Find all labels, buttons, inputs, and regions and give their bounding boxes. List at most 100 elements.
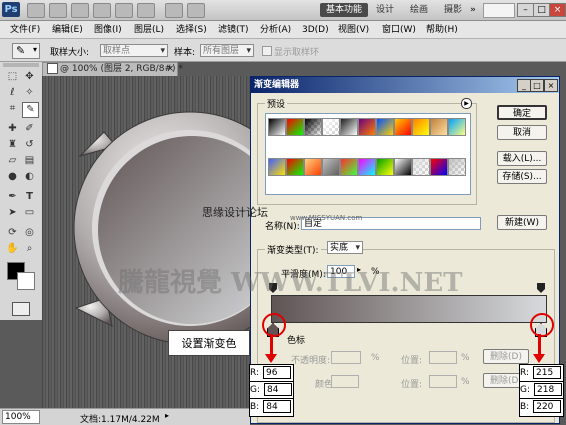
arrange-documents-icon[interactable]: [165, 3, 183, 18]
preset-swatch[interactable]: [304, 118, 322, 136]
close-document-icon[interactable]: ×: [166, 63, 174, 76]
menu-layer[interactable]: 图层(L): [134, 24, 164, 36]
preset-swatch[interactable]: [268, 118, 286, 136]
zoom-field[interactable]: 100%: [2, 410, 40, 424]
zoom-tool-icon[interactable]: [137, 3, 155, 18]
preset-swatch[interactable]: [322, 158, 340, 176]
show-ring-checkbox[interactable]: [262, 46, 272, 56]
gradient-preview-bar[interactable]: [271, 295, 547, 323]
cancel-button[interactable]: 取消: [497, 125, 547, 140]
preset-swatch[interactable]: [448, 118, 466, 136]
more-workspaces-icon[interactable]: »: [470, 3, 476, 17]
preset-swatch[interactable]: [340, 158, 358, 176]
workspace-design[interactable]: 设计: [376, 3, 394, 17]
menu-view[interactable]: 视图(V): [338, 24, 369, 36]
close-icon[interactable]: ×: [549, 3, 566, 17]
shape-tool-icon[interactable]: ▭: [22, 206, 37, 220]
menu-file[interactable]: 文件(F): [10, 24, 40, 36]
background-color-swatch[interactable]: [17, 272, 35, 290]
preset-swatch[interactable]: [268, 158, 286, 176]
preset-swatch[interactable]: [448, 158, 466, 176]
menu-filter[interactable]: 滤镜(T): [218, 24, 249, 36]
preset-swatch[interactable]: [412, 118, 430, 136]
eraser-tool-icon[interactable]: ▱: [5, 154, 20, 168]
pen-tool-icon[interactable]: ✒: [5, 190, 20, 204]
preset-swatch[interactable]: [304, 158, 322, 176]
minimize-icon[interactable]: –: [517, 3, 534, 17]
type-tool-icon[interactable]: T: [22, 190, 37, 204]
delete-opacity-stop-button[interactable]: 删除(D): [483, 349, 529, 364]
cs-live-field[interactable]: [483, 3, 515, 18]
preset-swatch[interactable]: [286, 158, 304, 176]
dialog-minimize-icon[interactable]: _: [517, 79, 531, 92]
status-arrow-icon[interactable]: ▸: [165, 411, 169, 420]
preset-swatch[interactable]: [322, 118, 340, 136]
menu-window[interactable]: 窗口(W): [382, 24, 416, 36]
workspace-painting[interactable]: 绘画: [410, 3, 428, 17]
preset-swatch[interactable]: [376, 118, 394, 136]
preset-swatch[interactable]: [394, 118, 412, 136]
menu-help[interactable]: 帮助(H): [426, 24, 458, 36]
zoom-level-icon[interactable]: [93, 3, 111, 18]
new-button[interactable]: 新建(W): [497, 215, 547, 230]
menu-analysis[interactable]: 分析(A): [260, 24, 291, 36]
hand-tool-icon[interactable]: ✋: [5, 242, 20, 256]
preset-swatch[interactable]: [358, 158, 376, 176]
preset-swatch[interactable]: [358, 118, 376, 136]
preset-swatch[interactable]: [430, 118, 448, 136]
bridge-icon[interactable]: [27, 3, 45, 18]
quick-select-tool-icon[interactable]: ✧: [22, 86, 37, 100]
dialog-maximize-icon[interactable]: □: [530, 79, 544, 92]
workspace-photography[interactable]: 摄影: [444, 3, 462, 17]
crop-tool-icon[interactable]: ⌗: [5, 102, 20, 116]
zoom-tool-icon[interactable]: ⌕: [22, 242, 37, 256]
preset-swatch[interactable]: [394, 158, 412, 176]
tool-preset-picker[interactable]: ✎ ▾: [12, 43, 40, 59]
sample-size-select[interactable]: 取样点: [100, 44, 168, 58]
blur-tool-icon[interactable]: ●: [5, 170, 20, 184]
3d-orbit-icon[interactable]: ◎: [22, 226, 37, 240]
preset-swatch[interactable]: [340, 118, 358, 136]
lasso-tool-icon[interactable]: ℓ: [5, 86, 20, 100]
load-button[interactable]: 载入(L)...: [497, 151, 547, 166]
panel-grip[interactable]: [3, 63, 39, 67]
extras-icon[interactable]: [71, 3, 89, 18]
gradient-tool-icon[interactable]: ▤: [22, 154, 37, 168]
preset-swatch[interactable]: [412, 158, 430, 176]
preset-swatch[interactable]: [376, 158, 394, 176]
3d-rotate-icon[interactable]: ⟳: [5, 226, 20, 240]
document-canvas[interactable]: 设置渐变色: [42, 76, 252, 408]
sample-select[interactable]: 所有图层: [200, 44, 254, 58]
dialog-close-icon[interactable]: ×: [544, 79, 558, 92]
history-brush-icon[interactable]: ↺: [22, 138, 37, 152]
eyedropper-tool-icon[interactable]: ✎: [22, 102, 39, 118]
menu-image[interactable]: 图像(I): [94, 24, 122, 36]
menu-select[interactable]: 选择(S): [176, 24, 207, 36]
clone-stamp-icon[interactable]: ♜: [5, 138, 20, 152]
color-swatch-input[interactable]: [331, 375, 359, 388]
save-button[interactable]: 存储(S)...: [497, 169, 547, 184]
preset-swatch[interactable]: [286, 118, 304, 136]
maximize-icon[interactable]: □: [533, 3, 550, 17]
mini-bridge-icon[interactable]: [49, 3, 67, 18]
screen-mode-icon[interactable]: [187, 3, 205, 18]
quick-mask-icon[interactable]: [12, 302, 30, 316]
opacity-input[interactable]: [331, 351, 361, 364]
menu-edit[interactable]: 编辑(E): [52, 24, 83, 36]
color-location-input[interactable]: [429, 375, 457, 388]
menu-3d[interactable]: 3D(D): [302, 24, 329, 36]
ok-button[interactable]: 确定: [497, 105, 547, 120]
opacity-location-input[interactable]: [429, 351, 457, 364]
healing-brush-icon[interactable]: ✚: [5, 122, 20, 136]
presets-menu-icon[interactable]: ▶: [461, 98, 472, 109]
preset-swatch[interactable]: [430, 158, 448, 176]
marquee-tool-icon[interactable]: ⬚: [5, 70, 20, 84]
gradient-type-select[interactable]: 实底: [327, 241, 363, 255]
dodge-tool-icon[interactable]: ◐: [22, 170, 37, 184]
move-tool-icon[interactable]: ✥: [22, 70, 37, 84]
path-select-icon[interactable]: ➤: [5, 206, 20, 220]
document-tab[interactable]: @ 100% (图层 2, RGB/8#) * ×: [42, 62, 183, 77]
hand-tool-icon[interactable]: [115, 3, 133, 18]
workspace-essentials[interactable]: 基本功能: [320, 3, 368, 17]
brush-tool-icon[interactable]: ✐: [22, 122, 37, 136]
